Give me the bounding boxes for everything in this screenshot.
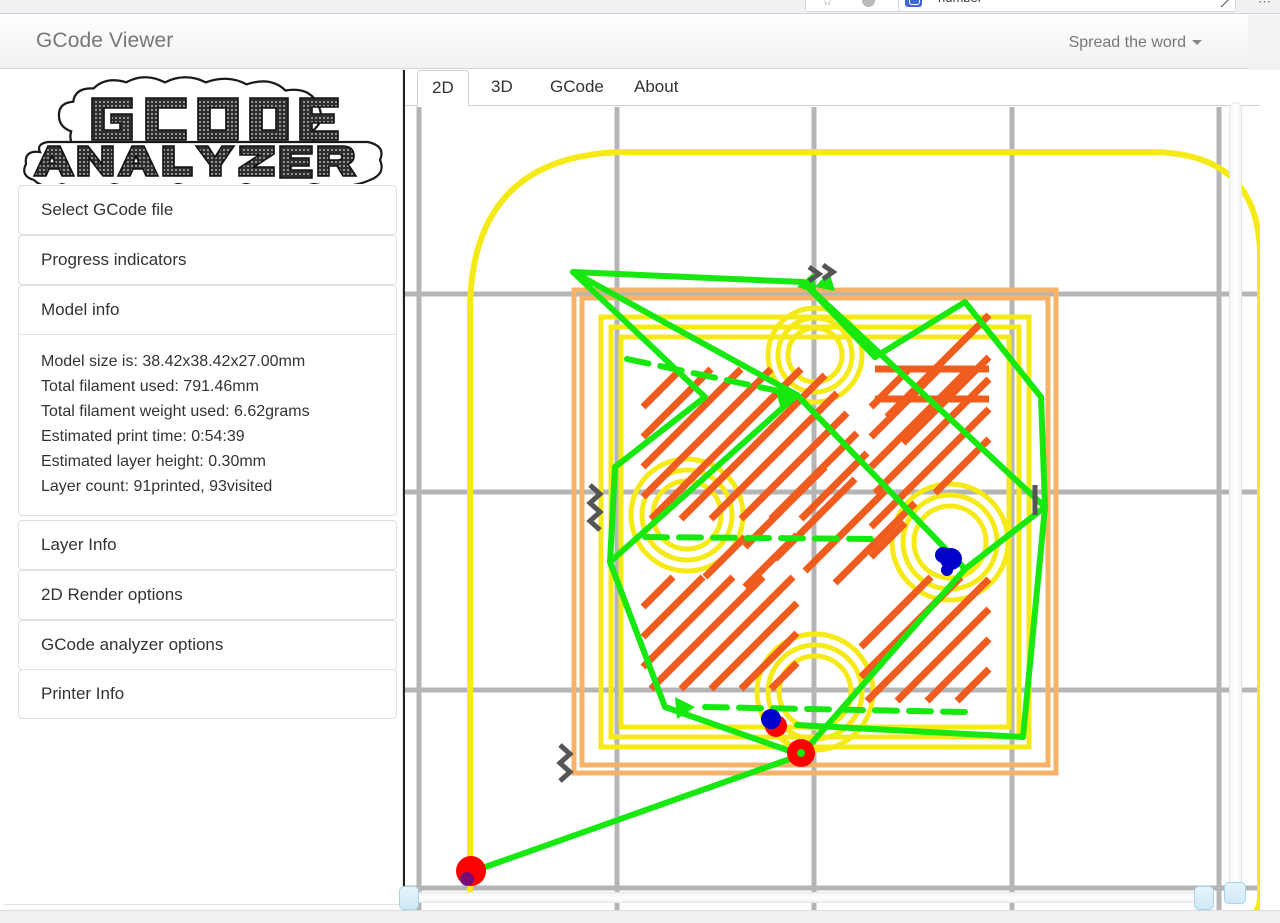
slider-handle-high[interactable] xyxy=(1194,886,1214,910)
site-favicon-icon xyxy=(905,0,922,7)
spread-the-word-label: Spread the word xyxy=(1068,34,1186,51)
app-header: GCode Viewer Spread the word xyxy=(0,15,1280,69)
panel-header-label[interactable]: Printer Info xyxy=(19,670,396,718)
panel-header-label[interactable]: Progress indicators xyxy=(19,236,396,284)
panel-header-label[interactable]: Model info xyxy=(19,286,396,334)
slider-track[interactable] xyxy=(407,892,1206,903)
main-content: 2D 3D GCode About xyxy=(403,70,1280,923)
model-info-body: Model size is: 38.42x38.42x27.00mm Total… xyxy=(19,334,396,515)
spread-the-word-dropdown[interactable]: Spread the word xyxy=(1069,34,1202,52)
model-info-line: Total filament used: 791.46mm xyxy=(41,378,259,395)
model-info-line: Estimated layer height: 0.30mm xyxy=(41,453,266,470)
model-info-line: Total filament weight used: 6.62grams xyxy=(41,403,310,420)
gcode-analyzer-logo xyxy=(18,72,393,184)
panel-gcode-analyzer-options[interactable]: GCode analyzer options xyxy=(18,620,397,670)
restart-marker xyxy=(761,709,781,729)
model-info-line: Estimated print time: 0:54:39 xyxy=(41,428,245,445)
gcode-2d-render-canvas[interactable] xyxy=(405,107,1260,923)
panel-select-gcode-file[interactable]: Select GCode file xyxy=(18,185,397,235)
bookmark-star-icon[interactable]: ☆ xyxy=(822,0,833,7)
panel-progress-indicators[interactable]: Progress indicators xyxy=(18,235,397,285)
tab-3d[interactable]: 3D xyxy=(477,70,527,106)
tab-bar: 2D 3D GCode About xyxy=(405,70,1260,107)
panel-printer-info[interactable]: Printer Info xyxy=(18,669,397,719)
layer-height-slider[interactable] xyxy=(1222,96,1248,908)
panel-2d-render-options[interactable]: 2D Render options xyxy=(18,570,397,620)
panel-layer-info[interactable]: Layer Info xyxy=(18,520,397,570)
panel-header-label[interactable]: Select GCode file xyxy=(19,186,396,234)
layer-range-slider[interactable] xyxy=(399,884,1214,910)
panel-header-label[interactable]: GCode analyzer options xyxy=(19,621,396,669)
kebab-menu-icon[interactable]: ⋯ xyxy=(1258,0,1272,10)
tab-gcode[interactable]: GCode xyxy=(536,70,618,106)
panel-model-info[interactable]: Model info Model size is: 38.42x38.42x27… xyxy=(18,285,397,516)
page-title: GCode Viewer xyxy=(36,29,174,52)
model-info-line: Layer count: 91printed, 93visited xyxy=(41,478,273,495)
window-bottom-scrollbar[interactable] xyxy=(0,910,1280,923)
address-bar-text: number xyxy=(938,0,982,5)
gcode-viewer-app: ☆ number ⟶ ⋯ GCode Viewer Spread the wor… xyxy=(0,0,1280,923)
panel-header-label[interactable]: 2D Render options xyxy=(19,571,396,619)
model-info-line: Model size is: 38.42x38.42x27.00mm xyxy=(41,353,306,370)
panel-header-label[interactable]: Layer Info xyxy=(19,521,396,569)
slider-handle-value[interactable] xyxy=(1224,882,1246,904)
browser-chrome-strip: ☆ number ⟶ ⋯ xyxy=(0,0,1280,14)
slider-track[interactable] xyxy=(1229,102,1242,902)
chevron-down-icon xyxy=(1192,40,1202,46)
tab-2d[interactable]: 2D xyxy=(417,70,469,107)
tab-about[interactable]: About xyxy=(620,70,692,106)
slider-handle-low[interactable] xyxy=(399,886,419,910)
sidebar: Select GCode file Progress indicators Mo… xyxy=(4,70,403,905)
